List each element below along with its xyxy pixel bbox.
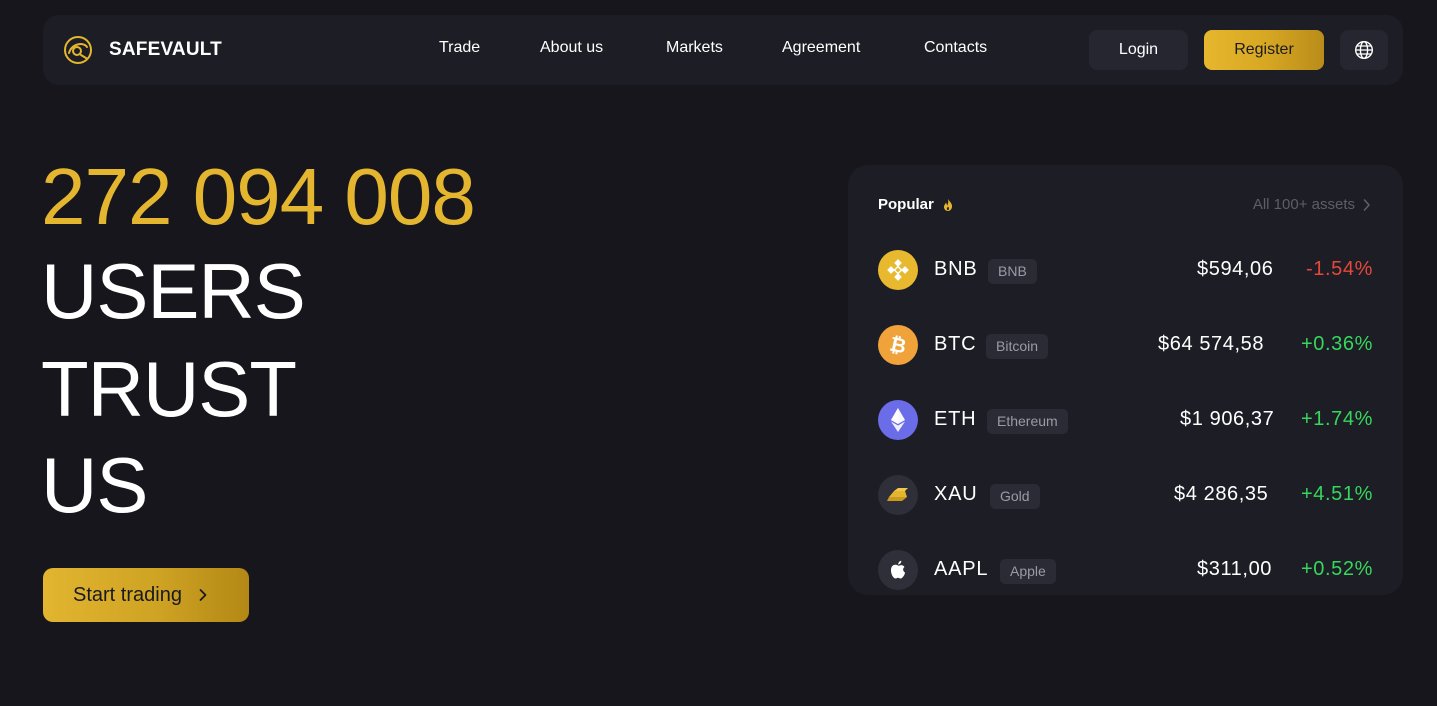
bnb-icon xyxy=(878,250,918,290)
chevron-right-icon xyxy=(199,589,207,601)
nav-contacts[interactable]: Contacts xyxy=(924,39,987,57)
asset-name-tag: Ethereum xyxy=(987,409,1068,434)
nav-about-us[interactable]: About us xyxy=(540,39,603,57)
asset-price: $4 286,35 xyxy=(1174,483,1269,505)
chevron-right-icon xyxy=(1363,198,1370,211)
all-assets-label: All 100+ assets xyxy=(1252,196,1355,213)
ethereum-icon xyxy=(878,400,918,440)
top-navbar: SAFEVAULT Trade About us Markets Agreeme… xyxy=(43,15,1403,85)
start-trading-button[interactable]: Start trading xyxy=(43,568,249,622)
asset-price: $311,00 xyxy=(1197,558,1273,580)
asset-row-xau[interactable]: XAU Gold $4 286,35 +4.51% xyxy=(878,475,1373,515)
popular-title: Popular xyxy=(878,196,934,213)
start-trading-label: Start trading xyxy=(73,583,182,606)
popular-assets-panel: Popular All 100+ assets BNB BNB $594,06 … xyxy=(848,165,1403,595)
asset-price: $64 574,58 xyxy=(1158,333,1265,355)
login-button[interactable]: Login xyxy=(1089,30,1188,70)
svg-text:₿: ₿ xyxy=(888,333,909,357)
asset-change: +0.36% xyxy=(1301,333,1373,355)
asset-change: +1.74% xyxy=(1301,408,1373,430)
asset-symbol: BTC xyxy=(934,333,977,355)
hero-user-count: 272 094 008 xyxy=(41,152,476,241)
register-button[interactable]: Register xyxy=(1204,30,1324,70)
asset-row-aapl[interactable]: AAPL Apple $311,00 +0.52% xyxy=(878,550,1373,590)
asset-price: $594,06 xyxy=(1197,258,1274,280)
asset-symbol: XAU xyxy=(934,483,978,505)
globe-icon xyxy=(1354,40,1374,60)
hero-line-us: US xyxy=(41,441,148,529)
asset-row-bnb[interactable]: BNB BNB $594,06 -1.54% xyxy=(878,250,1373,290)
language-button[interactable] xyxy=(1340,30,1388,70)
gold-bars-icon xyxy=(878,475,918,515)
brand[interactable]: SAFEVAULT xyxy=(62,34,222,66)
apple-icon xyxy=(878,550,918,590)
asset-price: $1 906,37 xyxy=(1180,408,1275,430)
bitcoin-icon: ₿ xyxy=(878,325,918,365)
brand-name: SAFEVAULT xyxy=(109,39,222,60)
hero-line-users: USERS xyxy=(41,247,306,335)
asset-change: +0.52% xyxy=(1301,558,1373,580)
asset-change: +4.51% xyxy=(1301,483,1373,505)
all-assets-link[interactable]: All 100+ assets xyxy=(1253,196,1371,213)
asset-symbol: BNB xyxy=(934,258,978,280)
nav-agreement[interactable]: Agreement xyxy=(782,39,860,57)
asset-name-tag: Gold xyxy=(990,484,1040,509)
asset-symbol: ETH xyxy=(934,408,977,430)
asset-name-tag: Bitcoin xyxy=(986,334,1049,359)
asset-change: -1.54% xyxy=(1306,258,1373,280)
fire-icon xyxy=(943,198,952,211)
nav-markets[interactable]: Markets xyxy=(666,39,723,57)
panel-title: Popular xyxy=(878,196,954,213)
asset-symbol: AAPL xyxy=(934,558,989,580)
asset-row-btc[interactable]: ₿ BTC Bitcoin $64 574,58 +0.36% xyxy=(878,325,1373,365)
nav-trade[interactable]: Trade xyxy=(439,39,480,57)
asset-name-tag: BNB xyxy=(988,259,1037,284)
asset-row-eth[interactable]: ETH Ethereum $1 906,37 +1.74% xyxy=(878,400,1373,440)
safevault-logo-icon xyxy=(64,36,92,64)
asset-name-tag: Apple xyxy=(1000,559,1056,584)
hero-line-trust: TRUST xyxy=(41,345,297,433)
